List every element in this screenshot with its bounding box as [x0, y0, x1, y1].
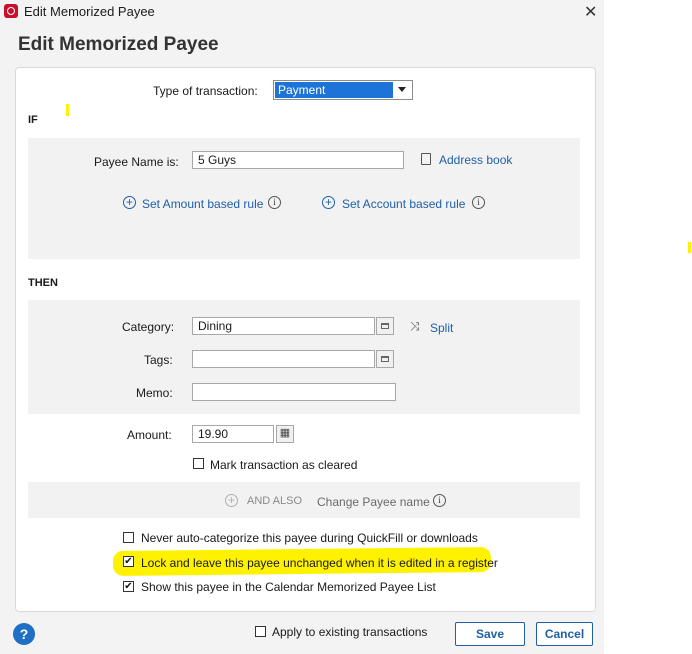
add-circle-icon: + [225, 494, 238, 507]
add-circle-icon[interactable]: + [123, 196, 136, 209]
tags-input[interactable] [192, 350, 375, 368]
close-icon[interactable]: ✕ [584, 2, 597, 22]
apply-existing-checkbox[interactable] [255, 626, 266, 637]
quicken-logo-icon [4, 4, 18, 18]
set-account-rule-link[interactable]: Set Account based rule [342, 197, 465, 211]
info-icon[interactable]: i [433, 494, 446, 507]
and-also-label: AND ALSO [247, 495, 303, 507]
lock-payee-checkbox[interactable]: ✔ [123, 556, 134, 567]
address-book-icon[interactable] [421, 153, 431, 165]
help-icon[interactable]: ? [13, 623, 35, 645]
split-icon[interactable]: ⤨ [410, 319, 420, 334]
show-in-calendar-checkbox[interactable]: ✔ [123, 581, 134, 592]
amount-input[interactable]: 19.90 [192, 425, 274, 443]
page-title: Edit Memorized Payee [18, 34, 219, 55]
chevron-down-icon [398, 87, 406, 92]
split-link[interactable]: Split [430, 321, 453, 335]
transaction-type-value: Payment [275, 82, 393, 98]
transaction-type-select[interactable]: Payment [273, 80, 413, 100]
info-icon[interactable]: i [472, 196, 485, 209]
payee-name-input[interactable]: 5 Guys [192, 151, 404, 169]
mark-cleared-checkbox[interactable] [193, 458, 204, 469]
category-input[interactable]: Dining [192, 317, 375, 335]
info-icon[interactable]: i [268, 196, 281, 209]
title-bar: Edit Memorized Payee ✕ [0, 0, 604, 24]
change-payee-name-link[interactable]: Change Payee name [317, 495, 430, 509]
add-circle-icon[interactable]: + [322, 196, 335, 209]
set-amount-rule-link[interactable]: Set Amount based rule [142, 197, 263, 211]
mark-cleared-label: Mark transaction as cleared [210, 458, 358, 472]
window-title: Edit Memorized Payee [24, 4, 155, 19]
save-button[interactable]: Save [455, 622, 525, 646]
tags-dropdown-button[interactable] [376, 350, 394, 368]
address-book-link[interactable]: Address book [439, 153, 512, 167]
never-auto-categorize-checkbox[interactable] [123, 532, 134, 543]
cancel-button[interactable]: Cancel [536, 622, 593, 646]
memo-input[interactable] [192, 383, 396, 401]
edit-memorized-payee-dialog: Edit Memorized Payee ✕ Edit Memorized Pa… [0, 0, 691, 654]
memo-label: Memo: [136, 386, 173, 400]
highlight-mark [66, 104, 69, 116]
category-dropdown-button[interactable] [376, 317, 394, 335]
show-in-calendar-label: Show this payee in the Calendar Memorize… [141, 580, 436, 594]
if-section-header: IF [28, 114, 38, 126]
payee-name-label: Payee Name is: [94, 155, 179, 169]
calculator-icon[interactable]: ▦ [276, 425, 294, 443]
then-section-header: THEN [28, 277, 58, 289]
and-also-bar [28, 482, 580, 518]
lock-payee-label: Lock and leave this payee unchanged when… [141, 556, 498, 570]
transaction-type-label: Type of transaction: [153, 84, 258, 98]
category-label: Category: [122, 320, 175, 334]
never-auto-categorize-label: Never auto-categorize this payee during … [141, 531, 478, 545]
highlight-mark [688, 242, 691, 253]
tags-label: Tags: [144, 353, 173, 367]
amount-label: Amount: [127, 428, 172, 442]
apply-existing-label: Apply to existing transactions [272, 625, 428, 639]
